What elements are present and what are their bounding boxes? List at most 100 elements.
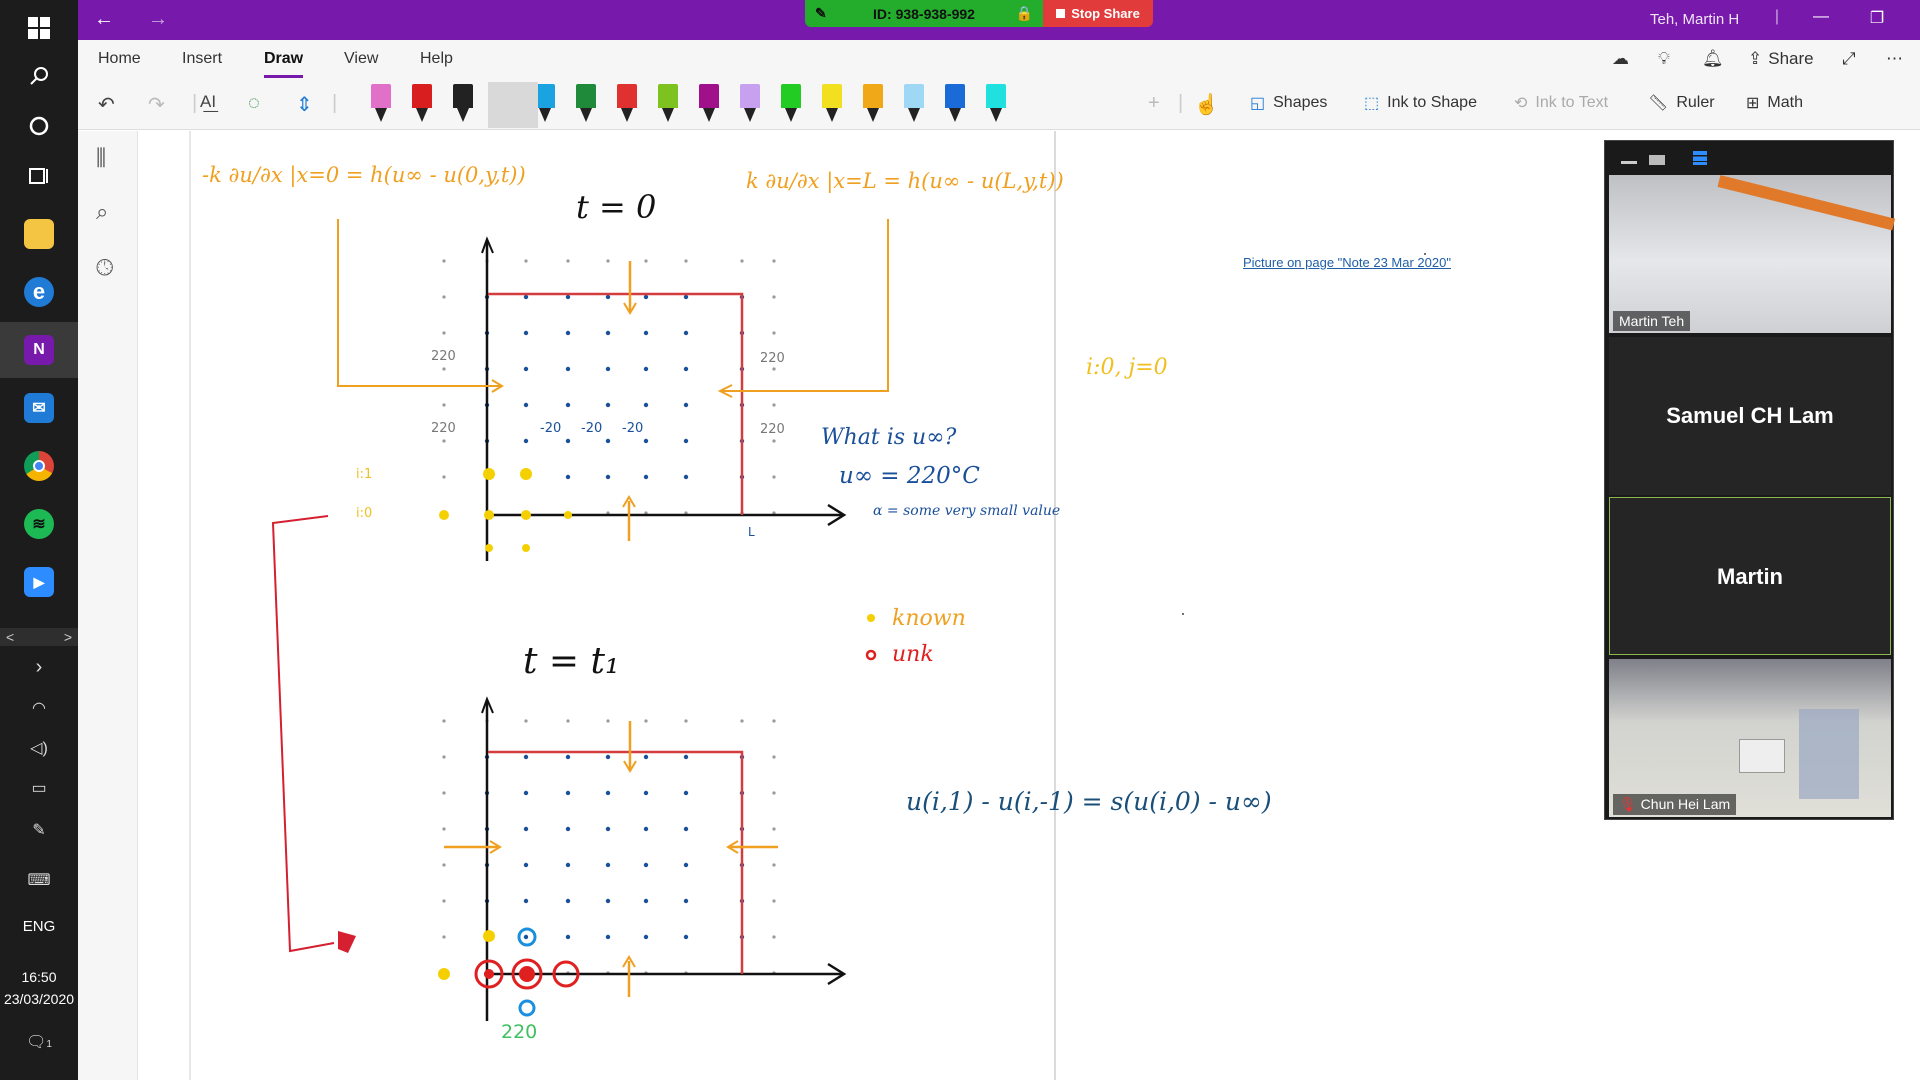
grid-node <box>643 294 649 300</box>
search-icon[interactable] <box>0 48 78 104</box>
lightbulb-icon[interactable]: 💡︎ <box>1658 49 1670 69</box>
pen-7[interactable] <box>612 84 642 126</box>
cortana-icon[interactable] <box>0 98 78 154</box>
share-id[interactable]: ✎ ID: 938-938-992 🔒 <box>805 0 1043 27</box>
recent-clock-icon[interactable]: 🕓︎ <box>96 255 113 281</box>
volume-icon[interactable]: ◁) <box>0 738 78 758</box>
zoom-icon[interactable]: ▶ <box>0 554 78 610</box>
ink-to-shape-button[interactable]: ⬚ Ink to Shape <box>1364 93 1477 113</box>
chevron-right-icon[interactable]: › <box>0 656 78 679</box>
lasso-select-icon[interactable]: ◌ <box>248 92 260 115</box>
pen-9[interactable] <box>694 84 724 126</box>
search-icon[interactable]: ⌕ <box>96 199 108 225</box>
grid-node <box>644 719 648 723</box>
legend-unknown-dot <box>865 649 877 661</box>
shapes-button[interactable]: ◱ Shapes <box>1250 93 1327 113</box>
participant-tile-martin-teh[interactable]: Martin Teh <box>1609 175 1896 333</box>
grid-node <box>643 402 649 408</box>
pen-13[interactable] <box>858 84 888 126</box>
grid-node <box>772 935 776 939</box>
user-name[interactable]: Teh, Martin H <box>1650 11 1739 28</box>
spotify-icon[interactable]: ≋ <box>0 496 78 552</box>
pen-6[interactable] <box>571 84 601 126</box>
add-pen-icon[interactable]: + <box>1148 92 1160 115</box>
back-arrow-icon[interactable]: ← <box>94 8 114 31</box>
wifi-icon[interactable]: ◠ <box>0 698 78 718</box>
participant-tile-chun-hei[interactable]: 🎙︎ Chun Hei Lam <box>1609 659 1891 817</box>
participant-name: Samuel CH Lam <box>1666 403 1834 428</box>
pen-1[interactable] <box>366 84 396 126</box>
pen-icon[interactable]: ✎ <box>0 820 78 840</box>
keyboard-icon[interactable]: ⌨ <box>0 870 78 890</box>
pen-8[interactable] <box>653 84 683 126</box>
grid-node <box>740 719 744 723</box>
pen-11[interactable] <box>776 84 806 126</box>
math-icon: ⊞ <box>1746 95 1760 112</box>
pen-12[interactable] <box>817 84 847 126</box>
participant-tile-martin[interactable]: Martin <box>1609 497 1891 655</box>
mail-icon[interactable]: ✉ <box>0 380 78 436</box>
page-link[interactable]: Picture on page "Note 23 Mar 2020" <box>1243 255 1451 270</box>
pen-15[interactable] <box>940 84 970 126</box>
minimize-icon[interactable] <box>1621 161 1637 164</box>
task-view-icon[interactable] <box>0 148 78 204</box>
ink-to-text-button[interactable]: ⟲ Ink to Text <box>1514 93 1608 113</box>
pen-3[interactable] <box>448 84 478 126</box>
language-indicator[interactable]: ENG <box>0 918 78 935</box>
divider: | <box>192 92 198 114</box>
single-view-icon[interactable] <box>1649 155 1665 165</box>
onenote-icon[interactable]: N <box>0 322 78 378</box>
type-select-icon[interactable]: A͟I <box>200 92 216 112</box>
grid-node <box>565 294 571 300</box>
restore-icon[interactable]: ❐ <box>1862 8 1892 28</box>
tab-help[interactable]: Help <box>420 50 453 68</box>
tab-draw[interactable]: Draw <box>264 50 304 78</box>
ruler-label: Ruler <box>1676 94 1715 111</box>
pen-14[interactable] <box>899 84 929 126</box>
participant-tile-samuel[interactable]: Samuel CH Lam <box>1609 337 1891 495</box>
share-id-text: ID: 938-938-992 <box>873 5 975 22</box>
expand-icon[interactable]: ⤢ <box>1842 49 1856 69</box>
stop-share-button[interactable]: Stop Share <box>1043 0 1153 27</box>
pen-10[interactable] <box>735 84 765 126</box>
gallery-view-icon[interactable] <box>1693 151 1707 165</box>
share-button[interactable]: ⇪ Share <box>1748 49 1814 69</box>
grid-node <box>605 294 611 300</box>
pen-16[interactable] <box>981 84 1011 126</box>
sync-icon[interactable]: ☁ <box>1612 49 1629 69</box>
speck <box>1182 613 1184 615</box>
notification-icon[interactable]: 🗨1 <box>0 1032 78 1052</box>
edge-icon[interactable]: e <box>0 264 78 320</box>
grid-node <box>683 330 689 336</box>
redo-icon[interactable]: ↷ <box>148 92 165 117</box>
scroll-left-icon[interactable]: < <box>6 629 14 645</box>
tab-insert[interactable]: Insert <box>182 50 222 68</box>
tab-view[interactable]: View <box>344 50 378 68</box>
unk-legend-text: unk <box>892 642 934 667</box>
tab-home[interactable]: Home <box>98 50 141 68</box>
battery-icon[interactable]: ▭ <box>0 778 78 798</box>
more-icon[interactable]: ⋯ <box>1886 49 1903 69</box>
grid-node <box>772 475 776 479</box>
ruler-button[interactable]: 📏︎ Ruler <box>1648 93 1715 113</box>
notebooks-icon[interactable]: ⫼ <box>96 145 106 171</box>
close-icon[interactable]: ✕ <box>1912 8 1920 28</box>
taskbar-scroll[interactable]: < > <box>0 628 78 646</box>
pen-2[interactable] <box>407 84 437 126</box>
touch-draw-icon[interactable]: ☝ <box>1194 92 1219 117</box>
known-node <box>439 510 449 520</box>
participant-name: Chun Hei Lam <box>1640 796 1731 812</box>
undo-icon[interactable]: ↶ <box>98 92 115 117</box>
clock[interactable]: 16:50 23/03/2020 <box>0 966 78 1010</box>
math-button[interactable]: ⊞ Math <box>1746 93 1803 113</box>
grid-node <box>606 259 610 263</box>
minimize-icon[interactable]: — <box>1806 8 1836 26</box>
scroll-right-icon[interactable]: > <box>64 629 72 645</box>
chrome-icon[interactable] <box>0 438 78 494</box>
i0-label: i:0 <box>356 506 372 521</box>
forward-arrow-icon[interactable]: → <box>148 8 168 31</box>
file-explorer-icon[interactable] <box>0 206 78 262</box>
ghost-node-circle <box>518 999 536 1017</box>
bell-icon[interactable]: 🔔︎ <box>1702 49 1724 69</box>
add-space-icon[interactable]: ⇕ <box>296 92 313 117</box>
